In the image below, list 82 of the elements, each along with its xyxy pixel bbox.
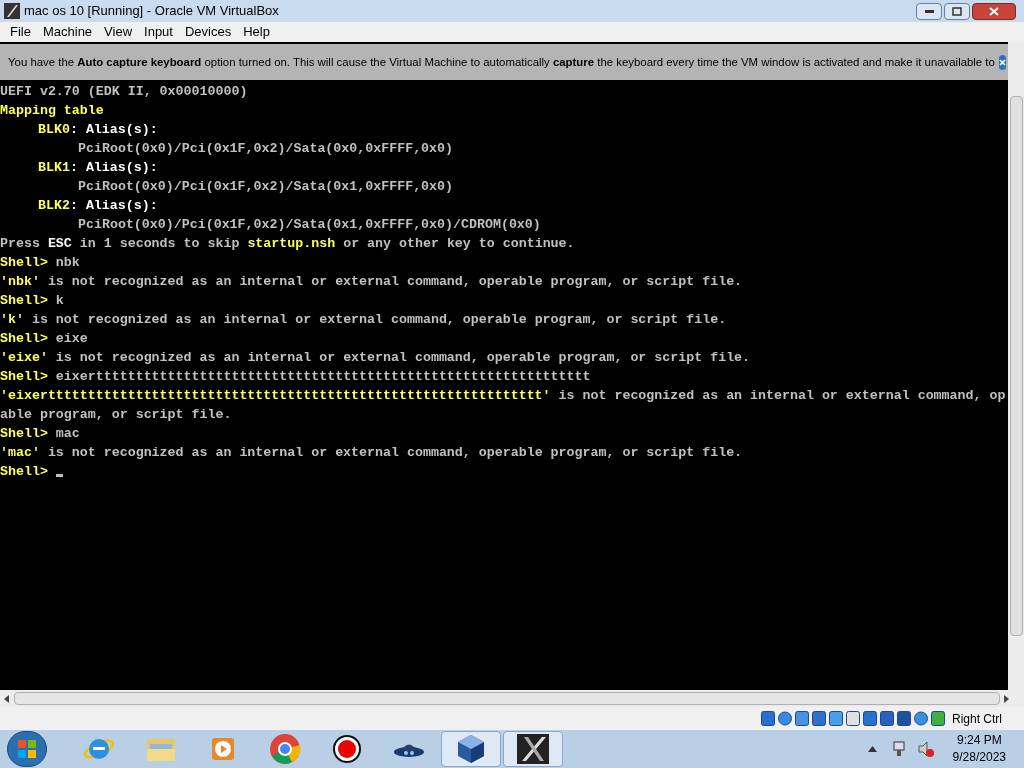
terminal-text: : Alias(s): bbox=[69, 197, 158, 215]
terminal-text: is not recognized as an internal or external command, op bbox=[557, 387, 1006, 405]
host-key-label: Right Ctrl bbox=[952, 710, 1002, 728]
banner-text: You have the Auto capture keyboard option turned on. This will cause the Virtual Machine to automatically capture the keyboard every time the VM window is activated and make it unavailable to bbox=[8, 54, 995, 70]
minimize-button[interactable] bbox=[916, 2, 942, 20]
terminal-text: is not recognized as an internal or external command, operable program, or script file. bbox=[30, 311, 727, 329]
terminal-text: Shell> bbox=[0, 463, 48, 481]
horizontal-scrollbar[interactable] bbox=[0, 690, 1024, 707]
menu-item[interactable]: File bbox=[4, 22, 37, 42]
close-button[interactable] bbox=[998, 54, 1006, 70]
terminal-text: Shell> bbox=[0, 330, 48, 348]
close-button[interactable] bbox=[972, 2, 1016, 20]
terminal-text: k bbox=[54, 292, 64, 310]
terminal-text: mac bbox=[54, 425, 80, 443]
terminal-text: : Alias(s): bbox=[69, 121, 158, 139]
terminal-text: is not recognized as an internal or external command, operable program, or script file. bbox=[46, 444, 743, 462]
vertical-scrollbar[interactable] bbox=[1008, 42, 1024, 690]
clock-time: 9:24 PM bbox=[956, 732, 1002, 749]
clock-date: 9/28/2023 bbox=[952, 749, 1006, 766]
terminal-text: Shell> bbox=[0, 254, 48, 272]
terminal-text: Press bbox=[0, 235, 40, 253]
terminal-text: 'k' bbox=[0, 311, 24, 329]
taskbar-button[interactable] bbox=[503, 731, 563, 767]
terminal-text: ESC bbox=[46, 235, 72, 253]
arrow-down-icon[interactable] bbox=[931, 711, 945, 726]
terminal-text: BLK2 bbox=[38, 197, 70, 215]
terminal-text: BLK0 bbox=[38, 121, 70, 139]
menu-item[interactable]: Devices bbox=[178, 22, 238, 42]
terminal-text: Shell> bbox=[0, 292, 48, 310]
terminal-text: is not recognized as an internal or external command, operable program, or script file. bbox=[46, 273, 743, 291]
menu-item[interactable]: Help bbox=[237, 22, 276, 42]
close-icon bbox=[989, 6, 999, 16]
menu-item[interactable]: Input bbox=[138, 22, 179, 42]
terminal-text: Shell> bbox=[0, 368, 48, 386]
window-title: mac os 10 [Running] - Oracle VM VirtualBox bbox=[24, 2, 280, 21]
terminal-text: eixertttttttttttttttttttttttttttttttttttttttttttttttttttttttttttttt bbox=[54, 368, 591, 386]
app-icon bbox=[4, 3, 20, 19]
scroll-thumb[interactable] bbox=[1009, 96, 1023, 636]
terminal-text: nbk bbox=[54, 254, 80, 272]
terminal-text: BLK1 bbox=[38, 159, 70, 177]
close-icon bbox=[998, 58, 1006, 66]
chrome-icon bbox=[269, 733, 301, 765]
record-icon bbox=[332, 734, 362, 764]
minimize-icon bbox=[924, 9, 934, 13]
terminal-text: able program, or script file. bbox=[0, 406, 232, 424]
left-arrow-icon[interactable] bbox=[4, 694, 10, 703]
mouse-icon[interactable] bbox=[914, 711, 928, 726]
menu-item[interactable]: Machine bbox=[36, 22, 99, 42]
terminal-text: PciRoot(0x0)/Pci(0x1F,0x2)/Sata(0x0,0xFFFF,0x0) bbox=[78, 140, 454, 158]
speaker-icon[interactable] bbox=[795, 711, 809, 726]
terminal-text: 'nbk' bbox=[0, 273, 40, 291]
text-cursor bbox=[55, 474, 63, 477]
play-icon bbox=[210, 735, 236, 763]
restore-icon bbox=[952, 6, 962, 16]
usb-icon[interactable] bbox=[829, 711, 843, 726]
taskbar-button[interactable] bbox=[441, 731, 501, 767]
terminal-text: is not recognized as an internal or external command, operable program, or script file. bbox=[54, 349, 751, 367]
start-button[interactable] bbox=[7, 731, 47, 767]
up-arrow-icon[interactable] bbox=[867, 746, 877, 752]
terminal-text: PciRoot(0x0)/Pci(0x1F,0x2)/Sata(0x1,0xFFFF,0x0) bbox=[78, 178, 454, 196]
terminal-text: Mapping table bbox=[0, 102, 104, 120]
terminal-text: or any other key to continue. bbox=[342, 235, 575, 253]
terminal-text: UEFI v2.70 (EDK II, 0x00010000) bbox=[0, 83, 248, 101]
folder-icon[interactable] bbox=[846, 711, 860, 726]
terminal-text: 'eixe' bbox=[0, 349, 48, 367]
terminal-text: 'mac' bbox=[0, 444, 40, 462]
disc-icon[interactable] bbox=[778, 711, 792, 726]
scroll-thumb[interactable] bbox=[14, 692, 1000, 705]
terminal-text: : Alias(s): bbox=[69, 159, 158, 177]
maximize-button[interactable] bbox=[944, 2, 970, 20]
cube-icon bbox=[456, 733, 486, 765]
terminal-text: in 1 seconds to skip bbox=[78, 235, 241, 253]
windows-logo-icon bbox=[18, 740, 36, 758]
terminal-text: eixe bbox=[54, 330, 88, 348]
x-logo-icon bbox=[516, 733, 550, 765]
terminal-text: PciRoot(0x0)/Pci(0x1F,0x2)/Sata(0x1,0xFFFF,0x0)/CDROM(0x0) bbox=[78, 216, 541, 234]
right-arrow-icon[interactable] bbox=[1004, 694, 1010, 703]
terminal-text: startup.nsh bbox=[247, 235, 336, 253]
terminal-text: Shell> bbox=[0, 425, 48, 443]
muted-speaker-icon[interactable] bbox=[916, 740, 935, 758]
terminal-text: 'eixertttttttttttttttttttttttttttttttttttttttttttttttttttttttttttttt' bbox=[0, 387, 551, 405]
menu-item[interactable]: View bbox=[98, 22, 139, 42]
